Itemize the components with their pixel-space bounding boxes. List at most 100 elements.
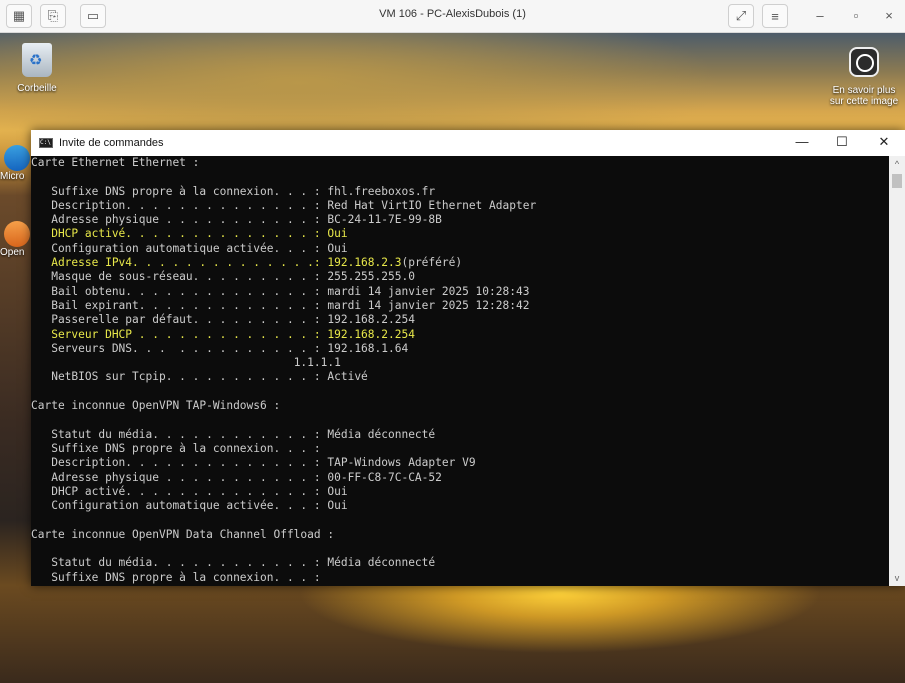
console-line-value: Oui xyxy=(327,241,348,255)
console-line: 1.1.1.1 xyxy=(31,356,889,370)
console-line-label: Description. . . . . . . . . . . . . . : xyxy=(31,198,328,212)
command-prompt-window: C:\ Invite de commandes — ☐ ✕ Carte Ethe… xyxy=(31,130,905,586)
console-line: Configuration automatique activée. . . :… xyxy=(31,242,889,256)
console-line-label: Adresse IPv4. . . . . . . . . . . . . .: xyxy=(31,256,328,270)
console-line-value: Média déconnecté xyxy=(327,556,436,570)
console-line-value: 1.1.1.1 xyxy=(293,356,341,370)
console-line-value: fhl.freeboxos.fr xyxy=(327,184,436,198)
console-line-value: Activé xyxy=(327,370,368,384)
console-line-label: Serveur DHCP . . . . . . . . . . . . . : xyxy=(31,327,328,341)
console-scrollbar[interactable]: ^ v xyxy=(889,156,905,586)
console-line-suffix: (préféré) xyxy=(401,256,463,270)
console-line-label: Suffixe DNS propre à la connexion. . . : xyxy=(31,570,328,584)
cmd-minimize-button[interactable]: — xyxy=(787,134,817,149)
console-line: Carte inconnue OpenVPN TAP-Windows6 : xyxy=(31,399,889,413)
console-line-label: Passerelle par défaut. . . . . . . . . : xyxy=(31,313,328,327)
learn-more-label: En savoir plus sur cette image xyxy=(829,85,899,107)
console-line-label: Masque de sous-réseau. . . . . . . . . : xyxy=(31,270,328,284)
edge-icon xyxy=(4,145,30,171)
cmd-title: Invite de commandes xyxy=(59,137,164,149)
console-line-label: Suffixe DNS propre à la connexion. . . : xyxy=(31,184,328,198)
console-line-value: mardi 14 janvier 2025 12:28:42 xyxy=(327,298,530,312)
console-line-label: Carte Ethernet Ethernet : xyxy=(31,156,200,169)
console-line-label: Statut du média. . . . . . . . . . . . : xyxy=(31,427,328,441)
menu-icon[interactable]: ≡ xyxy=(762,4,788,28)
console-line-label: Description. . . . . . . . . . . . . . : xyxy=(31,456,328,470)
openvpn-shortcut[interactable]: Open xyxy=(0,221,30,258)
cmd-title-bar[interactable]: C:\ Invite de commandes — ☐ ✕ xyxy=(31,130,905,156)
console-line: Masque de sous-réseau. . . . . . . . . :… xyxy=(31,270,889,284)
recycle-bin-shortcut[interactable]: Corbeille xyxy=(14,43,60,94)
console-line-value: 00-FF-C8-7C-CA-52 xyxy=(327,470,442,484)
console-line-value: 255.255.255.0 xyxy=(327,270,415,284)
edge-shortcut-label: Micro xyxy=(0,171,25,182)
console-line-label: Serveurs DNS. . . . . . . . . . . . . : xyxy=(31,341,328,355)
console-line-value: Média déconnecté xyxy=(327,427,436,441)
vm-minimize-button[interactable]: – xyxy=(810,8,830,23)
console-line-label: Suffixe DNS propre à la connexion. . . : xyxy=(31,441,328,455)
console-line-label: Configuration automatique activée. . . : xyxy=(31,499,328,513)
edge-shortcut[interactable]: Micro xyxy=(0,145,30,182)
console-line-label: Carte inconnue OpenVPN TAP-Windows6 : xyxy=(31,399,281,413)
console-line-label: Bail expirant. . . . . . . . . . . . . : xyxy=(31,298,328,312)
console-line: Description. . . . . . . . . . . . . . :… xyxy=(31,456,889,470)
console-line: Serveurs DNS. . . . . . . . . . . . . : … xyxy=(31,342,889,356)
openvpn-shortcut-label: Open xyxy=(0,247,25,258)
scroll-down-icon[interactable]: v xyxy=(889,570,905,586)
console-line-value: Oui xyxy=(327,484,348,498)
console-line: Adresse IPv4. . . . . . . . . . . . . .:… xyxy=(31,256,889,270)
learn-more-shortcut[interactable]: En savoir plus sur cette image xyxy=(825,47,903,107)
console-line-label: Statut du média. . . . . . . . . . . . : xyxy=(31,556,328,570)
console-line-label xyxy=(31,356,294,369)
console-line: Suffixe DNS propre à la connexion. . . :… xyxy=(31,185,889,199)
console-line-value: 192.168.2.254 xyxy=(327,327,415,341)
console-line: Serveur DHCP . . . . . . . . . . . . . :… xyxy=(31,328,889,342)
console-line: Statut du média. . . . . . . . . . . . :… xyxy=(31,556,889,570)
recycle-bin-icon xyxy=(22,43,52,77)
recycle-bin-label: Corbeille xyxy=(17,83,57,94)
console-line: Description. . . . . . . . . . . . . . :… xyxy=(31,199,889,213)
console-line: Statut du média. . . . . . . . . . . . :… xyxy=(31,428,889,442)
camera-icon xyxy=(849,47,879,77)
console-line: NetBIOS sur Tcpip. . . . . . . . . . . :… xyxy=(31,370,889,384)
scroll-up-icon[interactable]: ^ xyxy=(889,156,905,172)
console-line-value: mardi 14 janvier 2025 10:28:43 xyxy=(327,284,530,298)
console-line: Bail obtenu. . . . . . . . . . . . . . :… xyxy=(31,285,889,299)
console-line-label: DHCP activé. . . . . . . . . . . . . . : xyxy=(31,484,328,498)
expand-icon[interactable]: ⤢ xyxy=(728,4,754,28)
scrollbar-thumb[interactable] xyxy=(892,174,902,188)
console-line: Passerelle par défaut. . . . . . . . . :… xyxy=(31,313,889,327)
console-line-value: 192.168.2.254 xyxy=(327,313,415,327)
console-line: Configuration automatique activée. . . :… xyxy=(31,499,889,513)
console-line: Adresse physique . . . . . . . . . . . :… xyxy=(31,471,889,485)
console-line-value: TAP-Windows Adapter V9 xyxy=(327,456,476,470)
console-line: DHCP activé. . . . . . . . . . . . . . :… xyxy=(31,485,889,499)
vm-viewer-toolbar: ▦ ⎘ ▭ VM 106 - PC-AlexisDubois (1) ⤢ ≡ –… xyxy=(0,0,905,33)
console-line-value: Oui xyxy=(327,227,348,241)
vm-restore-button[interactable]: ▫ xyxy=(846,8,866,23)
console-output[interactable]: Carte Ethernet Ethernet : Suffixe DNS pr… xyxy=(31,156,889,586)
console-line-label: Carte inconnue OpenVPN Data Channel Offl… xyxy=(31,527,335,541)
console-line-value: 192.168.1.64 xyxy=(327,341,409,355)
console-line-value: Red Hat VirtIO Ethernet Adapter xyxy=(327,198,537,212)
vm-close-button[interactable]: × xyxy=(879,8,899,23)
console-line-value: 192.168.2.3 xyxy=(327,256,402,270)
console-line-label: Bail obtenu. . . . . . . . . . . . . . : xyxy=(31,284,328,298)
console-line: Adresse physique . . . . . . . . . . . :… xyxy=(31,213,889,227)
cmd-close-button[interactable]: ✕ xyxy=(869,134,899,150)
console-line: Bail expirant. . . . . . . . . . . . . :… xyxy=(31,299,889,313)
console-line-label: Configuration automatique activée. . . : xyxy=(31,241,328,255)
console-line-label: NetBIOS sur Tcpip. . . . . . . . . . . : xyxy=(31,370,328,384)
console-line: Suffixe DNS propre à la connexion. . . : xyxy=(31,571,889,585)
console-line-label: DHCP activé. . . . . . . . . . . . . . : xyxy=(31,227,328,241)
console-line-value: BC-24-11-7E-99-8B xyxy=(327,213,442,227)
console-line: Suffixe DNS propre à la connexion. . . : xyxy=(31,442,889,456)
cmd-icon: C:\ xyxy=(39,138,53,148)
console-line: DHCP activé. . . . . . . . . . . . . . :… xyxy=(31,227,889,241)
console-line: Carte Ethernet Ethernet : xyxy=(31,156,889,170)
cmd-maximize-button[interactable]: ☐ xyxy=(827,134,857,150)
